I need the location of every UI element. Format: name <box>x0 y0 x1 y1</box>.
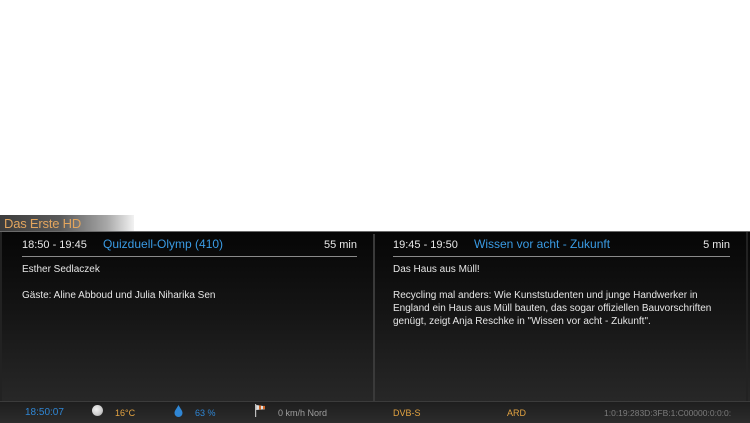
next-event-title: Wissen vor acht - Zukunft <box>474 237 611 251</box>
provider: ARD <box>507 408 527 418</box>
current-event-title: Quizduell-Olymp (410) <box>103 237 224 251</box>
infobar-left-edge <box>0 232 2 402</box>
humidity: 63 % <box>195 408 216 418</box>
windsock-icon <box>254 404 266 417</box>
next-event-duration: 5 min <box>703 239 730 251</box>
temperature: 16°C <box>115 408 136 418</box>
desc-line: England ein Haus aus Müll bauten, das so… <box>393 303 712 314</box>
desc-spacer <box>393 276 730 289</box>
moon-icon <box>92 405 103 416</box>
desc-line: Esther Sedlaczek <box>22 264 100 275</box>
next-event-time: 19:45 - 19:50 <box>393 239 458 251</box>
panel-divider <box>373 234 375 420</box>
channel-name-tab: Das Erste HD <box>0 215 134 232</box>
desc-line: genügt, zeigt Anja Reschke in "Wissen vo… <box>393 316 651 327</box>
current-event-header: 18:50 - 19:45 Quizduell-Olymp (410) 55 m… <box>22 237 357 257</box>
desc-line: Recycling mal anders: Wie Kunststudenten… <box>393 290 698 301</box>
current-event-description: Esther Sedlaczek Gäste: Aline Abboud und… <box>22 263 357 302</box>
desc-line: Gäste: Aline Abboud und Julia Niharika S… <box>22 290 216 301</box>
next-event-header: 19:45 - 19:50 Wissen vor acht - Zukunft … <box>393 237 730 257</box>
tuner-type: DVB-S <box>393 408 421 418</box>
service-reference: 1:0:19:283D:3FB:1:C00000:0:0:0: <box>604 408 732 418</box>
wind: 0 km/h Nord <box>278 408 328 418</box>
water-drop-icon <box>174 405 183 417</box>
next-event-panel: 19:45 - 19:50 Wissen vor acht - Zukunft … <box>393 231 730 401</box>
current-event-time: 18:50 - 19:45 <box>22 239 87 251</box>
channel-name: Das Erste HD <box>4 216 82 231</box>
current-event-duration: 55 min <box>323 239 357 251</box>
clock: 18:50:07 <box>25 407 64 418</box>
status-bar: 18:50:07 16°C 63 % 0 km/h Nord DVB-S ARD… <box>0 401 750 423</box>
desc-line: Das Haus aus Müll! <box>393 264 480 275</box>
next-event-description: Das Haus aus Müll! Recycling mal anders:… <box>393 263 730 328</box>
infobar-right-edge <box>746 232 748 402</box>
current-event-panel: 18:50 - 19:45 Quizduell-Olymp (410) 55 m… <box>22 231 357 401</box>
desc-spacer <box>22 276 357 289</box>
